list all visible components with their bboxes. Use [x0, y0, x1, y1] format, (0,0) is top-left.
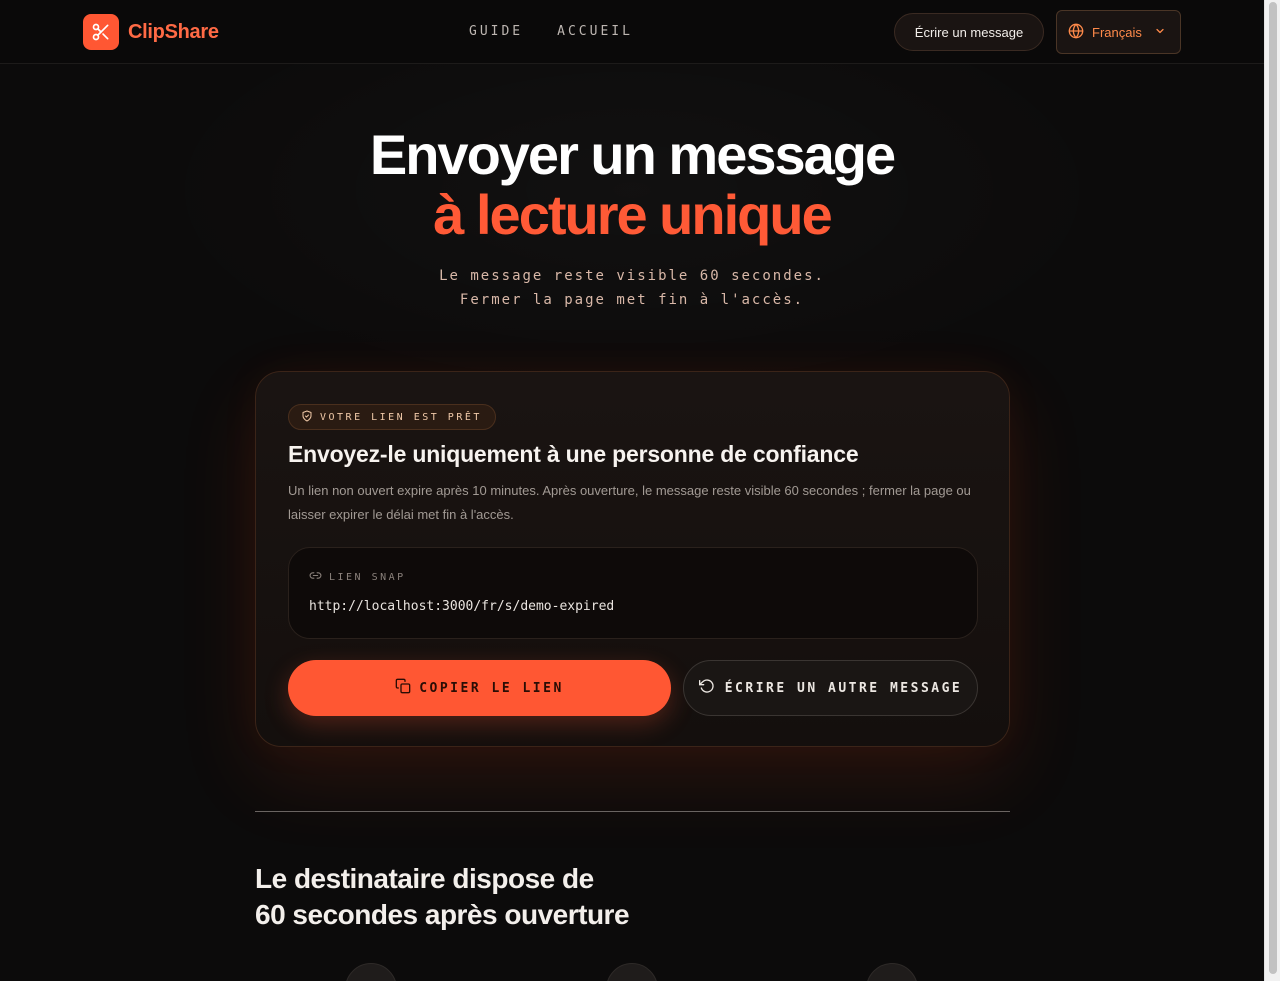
badge-label: VOTRE LIEN EST PRÊT: [320, 411, 482, 423]
link-label-text: LIEN SNAP: [329, 571, 406, 583]
step-icon-3: [866, 963, 918, 981]
page: ClipShare GUIDE ACCUEIL Écrire un messag…: [0, 0, 1264, 981]
copy-icon: [395, 678, 411, 698]
copy-link-button[interactable]: COPIER LE LIEN: [288, 660, 671, 716]
link-ready-card: VOTRE LIEN EST PRÊT Envoyez-le uniquemen…: [255, 371, 1010, 747]
section-title-line2: 60 secondes après ouverture: [255, 899, 630, 930]
main-nav: GUIDE ACCUEIL: [469, 24, 633, 39]
section-title-line1: Le destinataire dispose de: [255, 863, 594, 894]
nav-accueil[interactable]: ACCUEIL: [557, 24, 633, 39]
status-badge: VOTRE LIEN EST PRÊT: [288, 404, 496, 430]
step-icon-2: [606, 963, 658, 981]
scrollbar-thumb[interactable]: [1269, 2, 1277, 974]
rotate-ccw-icon: [698, 678, 715, 698]
section-divider: [255, 811, 1010, 812]
link-field[interactable]: LIEN SNAP http://localhost:3000/fr/s/dem…: [288, 547, 978, 639]
vertical-scrollbar[interactable]: [1264, 0, 1280, 981]
copy-link-label: COPIER LE LIEN: [419, 680, 564, 696]
globe-icon: [1068, 23, 1084, 42]
write-another-label: ÉCRIRE UN AUTRE MESSAGE: [724, 680, 963, 696]
brand-logo[interactable]: ClipShare: [83, 14, 219, 50]
chevron-down-icon: [1154, 25, 1166, 40]
language-selector[interactable]: Français: [1056, 10, 1181, 54]
write-another-button[interactable]: ÉCRIRE UN AUTRE MESSAGE: [683, 660, 978, 716]
hero-subtitle-line2: Fermer la page met fin à l'accès.: [459, 292, 805, 308]
nav-guide[interactable]: GUIDE: [469, 24, 523, 39]
link-icon: [309, 569, 322, 585]
card-title: Envoyez-le uniquement à une personne de …: [288, 441, 859, 467]
top-bar: ClipShare GUIDE ACCUEIL Écrire un messag…: [0, 0, 1264, 64]
shield-check-icon: [301, 410, 313, 425]
section-title: Le destinataire dispose de 60 secondes a…: [255, 861, 630, 933]
write-message-button[interactable]: Écrire un message: [894, 13, 1044, 51]
card-description: Un lien non ouvert expire après 10 minut…: [288, 483, 971, 522]
hero-subtitle-line1: Le message reste visible 60 secondes.: [439, 268, 825, 284]
scissors-icon: [83, 14, 119, 50]
hero-title-line1: Envoyer un message: [369, 123, 896, 186]
brand-name: ClipShare: [128, 20, 219, 43]
language-label: Français: [1092, 24, 1142, 40]
link-label: LIEN SNAP: [309, 569, 406, 585]
hero-title-line2: à lecture unique: [433, 183, 832, 246]
step-icon-1: [345, 963, 397, 981]
link-url[interactable]: http://localhost:3000/fr/s/demo-expired: [309, 599, 614, 614]
